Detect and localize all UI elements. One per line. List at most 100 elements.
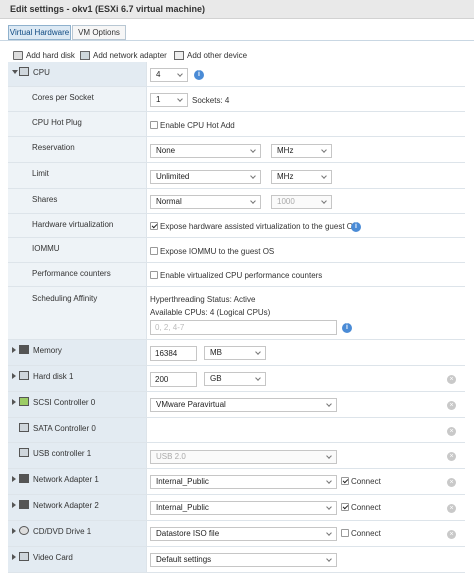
scsi-row: SCSI Controller 0 VMware Paravirtual ×	[8, 392, 465, 418]
network-2-select[interactable]: Internal_Public	[150, 501, 337, 515]
tab-divider	[0, 40, 474, 41]
memory-unit: MB	[210, 348, 222, 357]
expand-caret-icon[interactable]	[12, 399, 16, 405]
memory-row: Memory 16384 MB	[8, 340, 465, 366]
remove-icon[interactable]: ×	[447, 478, 456, 487]
add-hard-disk-label: Add hard disk	[26, 50, 75, 60]
network-2-connect-label: Connect	[351, 503, 381, 512]
network-1-connect-checkbox[interactable]	[341, 477, 349, 485]
shares-number: 1000	[277, 197, 295, 206]
expand-caret-icon[interactable]	[12, 502, 16, 508]
cpu-row: CPU 4 i	[8, 62, 465, 87]
limit-select[interactable]: Unlimited	[150, 170, 261, 184]
remove-icon[interactable]: ×	[447, 375, 456, 384]
iommu-label: IOMMU	[32, 244, 60, 253]
video-card-select[interactable]: Default settings	[150, 553, 337, 567]
remove-icon[interactable]: ×	[447, 427, 456, 436]
add-other-device-button[interactable]: Add other device	[174, 49, 247, 61]
shares-number-select: 1000	[271, 195, 332, 209]
tab-virtual-hardware[interactable]: Virtual Hardware	[8, 25, 71, 40]
chevron-down-icon	[250, 198, 256, 204]
cpu-count-select[interactable]: 4	[150, 68, 188, 82]
cores-per-socket-select[interactable]: 1	[150, 93, 188, 107]
network-2-connect-checkbox[interactable]	[341, 503, 349, 511]
network-1-value: Internal_Public	[156, 477, 209, 486]
hard-disk-icon	[13, 50, 23, 60]
usb-row: USB controller 1 USB 2.0 ×	[8, 443, 465, 469]
memory-input[interactable]: 16384	[150, 346, 197, 361]
hard-disk-unit-select[interactable]: GB	[204, 372, 266, 386]
cd-dvd-value: Datastore ISO file	[156, 529, 220, 538]
video-card-value: Default settings	[156, 555, 212, 564]
hard-disk-label: Hard disk 1	[33, 372, 74, 381]
affinity-label: Scheduling Affinity	[32, 294, 98, 303]
shares-value: Normal	[156, 197, 182, 206]
affinity-row: Scheduling Affinity Hyperthreading Statu…	[8, 287, 465, 340]
other-device-icon	[174, 50, 184, 60]
shares-select[interactable]: Normal	[150, 195, 261, 209]
cores-value: 1	[156, 95, 161, 104]
tab-vm-options[interactable]: VM Options	[72, 25, 126, 40]
perf-counters-label: Performance counters	[32, 269, 111, 278]
info-icon[interactable]: i	[351, 222, 361, 232]
network-adapter-2-row: Network Adapter 2 Internal_Public Connec…	[8, 495, 465, 521]
usb-label: USB controller 1	[33, 449, 92, 458]
chevron-down-icon	[326, 453, 332, 459]
hard-disk-unit: GB	[210, 374, 222, 383]
network-1-select[interactable]: Internal_Public	[150, 475, 337, 489]
shares-row: Shares Normal 1000	[8, 189, 465, 214]
cd-dvd-connect-checkbox[interactable]	[341, 529, 349, 537]
reservation-select[interactable]: None	[150, 144, 261, 158]
cpu-icon	[19, 67, 29, 76]
expand-caret-icon[interactable]	[12, 373, 16, 379]
collapse-caret-icon[interactable]	[12, 70, 18, 74]
memory-label: Memory	[33, 346, 62, 355]
iommu-checkbox[interactable]	[150, 247, 158, 255]
chevron-down-icon	[321, 147, 327, 153]
affinity-input[interactable]: 0, 2, 4-7	[150, 320, 337, 335]
memory-unit-select[interactable]: MB	[204, 346, 266, 360]
hard-disk-size-input[interactable]: 200	[150, 372, 197, 387]
network-adapter-icon	[80, 50, 90, 60]
chevron-down-icon	[255, 375, 261, 381]
expand-caret-icon[interactable]	[12, 528, 16, 534]
info-icon[interactable]: i	[194, 70, 204, 80]
remove-icon[interactable]: ×	[447, 401, 456, 410]
cpu-label: CPU	[33, 68, 50, 77]
cd-dvd-label: CD/DVD Drive 1	[33, 527, 92, 536]
scsi-type-select[interactable]: VMware Paravirtual	[150, 398, 337, 412]
hw-virt-row: Hardware virtualization Expose hardware …	[8, 214, 465, 238]
remove-icon[interactable]: ×	[447, 530, 456, 539]
info-icon[interactable]: i	[342, 323, 352, 333]
limit-label: Limit	[32, 169, 49, 178]
shares-label: Shares	[32, 195, 58, 204]
scsi-label: SCSI Controller 0	[33, 398, 96, 407]
remove-icon[interactable]: ×	[447, 452, 456, 461]
sockets-text: Sockets: 4	[192, 96, 230, 105]
perf-counters-checkbox[interactable]	[150, 271, 158, 279]
perf-counters-row: Performance counters Enable virtualized …	[8, 263, 465, 287]
usb-type-select: USB 2.0	[150, 450, 337, 464]
expand-caret-icon[interactable]	[12, 476, 16, 482]
hw-virt-checkbox[interactable]	[150, 222, 158, 230]
network-adapter-2-label: Network Adapter 2	[33, 501, 99, 510]
expand-caret-icon[interactable]	[12, 347, 16, 353]
sata-row: SATA Controller 0 ×	[8, 418, 465, 443]
reservation-unit-select[interactable]: MHz	[271, 144, 332, 158]
add-network-adapter-button[interactable]: Add network adapter	[80, 49, 167, 61]
cd-dvd-select[interactable]: Datastore ISO file	[150, 527, 337, 541]
add-hard-disk-button[interactable]: Add hard disk	[13, 49, 75, 61]
expand-caret-icon[interactable]	[12, 554, 16, 560]
limit-row: Limit Unlimited MHz	[8, 163, 465, 189]
chevron-down-icon	[326, 504, 332, 510]
video-card-row: Video Card Default settings	[8, 547, 465, 573]
usb-type-value: USB 2.0	[156, 452, 186, 461]
network-adapter-icon	[19, 474, 29, 483]
cpu-hot-add-checkbox[interactable]	[150, 121, 158, 129]
remove-icon[interactable]: ×	[447, 504, 456, 513]
chevron-down-icon	[326, 556, 332, 562]
limit-unit-select[interactable]: MHz	[271, 170, 332, 184]
chevron-down-icon	[177, 96, 183, 102]
reservation-label: Reservation	[32, 143, 75, 152]
sata-controller-icon	[19, 423, 29, 432]
